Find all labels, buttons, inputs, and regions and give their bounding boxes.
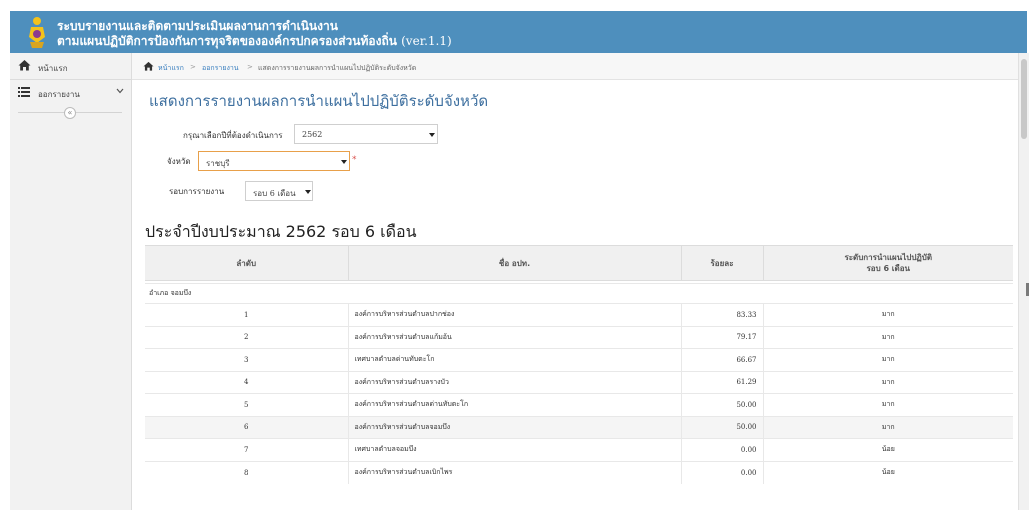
app-title-text: ตามแผนปฏิบัติการป้องกันการทุจริตขององค์ก… bbox=[57, 34, 397, 48]
cell-percent: 83.33 bbox=[681, 303, 764, 326]
chevron-down-icon bbox=[341, 160, 347, 164]
cell-order: 7 bbox=[145, 438, 349, 461]
page-title: แสดงการรายงานผลการนำแผนไปปฏิบัติระดับจัง… bbox=[149, 92, 489, 110]
breadcrumb-current: แสดงการรายงานผลการนำแผนไปปฏิบัติระดับจัง… bbox=[258, 64, 417, 72]
app-header: ระบบรายงานและติดตามประเมินผลงานการดำเนิน… bbox=[10, 11, 1027, 53]
year-select[interactable]: 2562 bbox=[294, 124, 438, 144]
report-section-title: ประจำปีงบประมาณ 2562 รอบ 6 เดือน bbox=[145, 222, 417, 241]
sidebar-collapse-button[interactable]: « bbox=[64, 107, 76, 119]
chevron-down-icon bbox=[305, 190, 311, 194]
table-row: 4 องค์การบริหารส่วนตำบลรางบัว 61.29 มาก bbox=[145, 370, 1013, 394]
sidebar: หน้าแรก ออกรายงาน « bbox=[10, 53, 132, 510]
cell-order: 8 bbox=[145, 460, 349, 484]
cell-percent: 50.00 bbox=[681, 415, 764, 439]
round-label: รอบการรายงาน bbox=[169, 187, 225, 196]
cell-name: เทศบาลตำบลจอมบึง bbox=[348, 438, 682, 461]
app-title-line2: ตามแผนปฏิบัติการป้องกันการทุจริตขององค์ก… bbox=[57, 32, 452, 51]
province-select[interactable]: ราชบุรี bbox=[198, 151, 350, 171]
cell-percent: 79.17 bbox=[681, 325, 764, 349]
cell-name: องค์การบริหารส่วนตำบลแก้มอ้น bbox=[348, 325, 682, 349]
report-table: ลำดับ ชื่อ อปท. ร้อยละ ระดับการนำแผนไปปฏ… bbox=[145, 245, 1013, 484]
sidebar-item-home-label: หน้าแรก bbox=[38, 64, 68, 73]
cell-level: มาก bbox=[763, 325, 1013, 349]
cell-level: มาก bbox=[763, 393, 1013, 416]
cell-level: น้อย bbox=[763, 460, 1013, 484]
cell-level: มาก bbox=[763, 348, 1013, 371]
cell-name: องค์การบริหารส่วนตำบลจอมบึง bbox=[348, 415, 682, 439]
sidebar-item-reports-label: ออกรายงาน bbox=[38, 90, 80, 99]
round-select[interactable]: รอบ 6 เดือน bbox=[245, 181, 313, 201]
breadcrumb-home[interactable]: หน้าแรก bbox=[158, 63, 184, 74]
home-icon bbox=[18, 60, 31, 71]
group-label: อำเภอ จอมบึง bbox=[145, 283, 1013, 304]
cell-level: มาก bbox=[763, 303, 1013, 326]
required-mark: * bbox=[352, 155, 357, 165]
table-row: 7 เทศบาลตำบลจอมบึง 0.00 น้อย bbox=[145, 438, 1013, 461]
chevron-down-icon[interactable] bbox=[116, 88, 124, 94]
cell-level: มาก bbox=[763, 415, 1013, 439]
app-version: (ver.1.1) bbox=[401, 34, 452, 48]
scrollbar-thumb[interactable] bbox=[1021, 59, 1027, 139]
column-header-percent[interactable]: ร้อยละ bbox=[681, 245, 764, 281]
column-header-level[interactable]: ระดับการนำแผนไปปฏิบัติ รอบ 6 เดือน bbox=[763, 245, 1013, 281]
year-select-value: 2562 bbox=[302, 130, 323, 139]
column-header-level-line2: รอบ 6 เดือน bbox=[866, 264, 911, 273]
cell-order: 3 bbox=[145, 348, 349, 371]
cell-percent: 50.00 bbox=[681, 393, 764, 416]
column-header-name[interactable]: ชื่อ อปท. bbox=[348, 245, 682, 281]
breadcrumb-home-icon[interactable] bbox=[143, 61, 154, 71]
province-label: จังหวัด bbox=[167, 157, 191, 166]
cell-order: 4 bbox=[145, 370, 349, 394]
year-label: กรุณาเลือกปีที่ต้องดำเนินการ bbox=[183, 131, 283, 140]
breadcrumb-reports[interactable]: ออกรายงาน bbox=[202, 63, 239, 74]
column-header-level-line1: ระดับการนำแผนไปปฏิบัติ bbox=[844, 253, 933, 262]
cell-percent: 61.29 bbox=[681, 370, 764, 394]
round-select-value: รอบ 6 เดือน bbox=[253, 189, 296, 198]
column-header-order[interactable]: ลำดับ bbox=[145, 245, 349, 281]
app: ระบบรายงานและติดตามประเมินผลงานการดำเนิน… bbox=[0, 0, 1029, 510]
cell-name: องค์การบริหารส่วนตำบลปากช่อง bbox=[348, 303, 682, 326]
cell-level: มาก bbox=[763, 370, 1013, 394]
table-group-row: อำเภอ จอมบึง bbox=[145, 283, 1013, 304]
chevron-down-icon bbox=[429, 133, 435, 137]
cell-order: 6 bbox=[145, 415, 349, 439]
province-select-value: ราชบุรี bbox=[206, 159, 230, 168]
cell-name: เทศบาลตำบลด่านทับตะโก bbox=[348, 348, 682, 371]
cell-order: 5 bbox=[145, 393, 349, 416]
cell-name: องค์การบริหารส่วนตำบลเบิกไพร bbox=[348, 460, 682, 484]
table-row: 3 เทศบาลตำบลด่านทับตะโก 66.67 มาก bbox=[145, 348, 1013, 371]
breadcrumb-separator: > bbox=[247, 63, 253, 71]
breadcrumb: หน้าแรก > ออกรายงาน > แสดงการรายงานผลการ… bbox=[132, 53, 1028, 80]
cell-name: องค์การบริหารส่วนตำบลด่านทับตะโก bbox=[348, 393, 682, 416]
cell-level: น้อย bbox=[763, 438, 1013, 461]
cell-percent: 0.00 bbox=[681, 438, 764, 461]
table-row: 6 องค์การบริหารส่วนตำบลจอมบึง 50.00 มาก bbox=[145, 415, 1013, 439]
cell-name: องค์การบริหารส่วนตำบลรางบัว bbox=[348, 370, 682, 394]
table-row: 2 องค์การบริหารส่วนตำบลแก้มอ้น 79.17 มาก bbox=[145, 325, 1013, 349]
table-row: 1 องค์การบริหารส่วนตำบลปากช่อง 83.33 มาก bbox=[145, 303, 1013, 326]
sidebar-item-home[interactable]: หน้าแรก bbox=[10, 53, 132, 80]
breadcrumb-separator: > bbox=[190, 63, 196, 71]
cell-percent: 66.67 bbox=[681, 348, 764, 371]
table-row: 5 องค์การบริหารส่วนตำบลด่านทับตะโก 50.00… bbox=[145, 393, 1013, 416]
cell-order: 1 bbox=[145, 303, 349, 326]
list-icon bbox=[18, 87, 30, 97]
sidebar-item-reports[interactable]: ออกรายงาน bbox=[10, 81, 132, 103]
cell-percent: 0.00 bbox=[681, 460, 764, 484]
table-row: 8 องค์การบริหารส่วนตำบลเบิกไพร 0.00 น้อย bbox=[145, 460, 1013, 484]
cell-order: 2 bbox=[145, 325, 349, 349]
emblem-icon bbox=[29, 17, 45, 48]
table-header-row: ลำดับ ชื่อ อปท. ร้อยละ ระดับการนำแผนไปปฏ… bbox=[145, 245, 1013, 281]
page-scrollbar[interactable] bbox=[1018, 53, 1029, 510]
